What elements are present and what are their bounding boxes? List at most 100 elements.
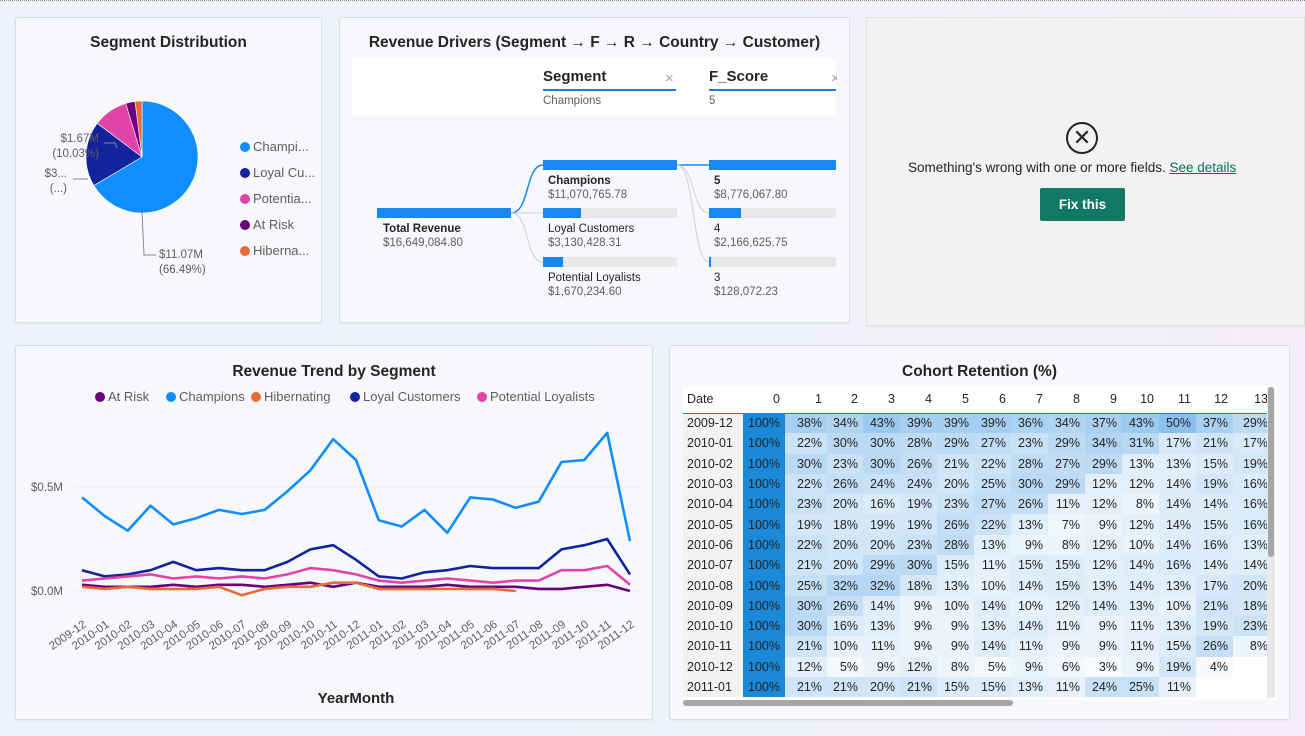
table-row[interactable]: 2010-11 100% 21% 10% 11% 9% 9% 14% 11% 9% 9% 11% 15%… bbox=[683, 636, 1273, 657]
retention-cell: 12% bbox=[1084, 534, 1122, 556]
column-header[interactable]: 6 bbox=[973, 386, 1011, 414]
legend-item[interactable]: Potentia... bbox=[253, 191, 312, 206]
table-row[interactable]: 2010-02 100% 30% 23% 30% 26% 21% 22% 28% 27% 29% 13… bbox=[683, 453, 1273, 474]
legend-item[interactable]: At Risk bbox=[253, 217, 295, 232]
column-header[interactable]: 9 bbox=[1084, 386, 1122, 414]
series-line-champions[interactable] bbox=[81, 431, 632, 542]
scrollbar-thumb[interactable] bbox=[1268, 387, 1274, 557]
dt-node-total[interactable]: Total Revenue $16,649,084.80 bbox=[383, 222, 463, 250]
dt-bar[interactable] bbox=[709, 257, 836, 267]
dt-node[interactable]: 3 $128,072.23 bbox=[714, 271, 778, 299]
retention-cell: 12% bbox=[1084, 555, 1122, 576]
legend-item[interactable]: Hiberna... bbox=[253, 243, 309, 258]
row-date: 2010-09 bbox=[683, 595, 743, 616]
table-row[interactable]: 2010-05 100% 19% 18% 19% 19% 26% 22% 13% 7% 9% 12% 1… bbox=[683, 514, 1273, 535]
retention-cell: 15% bbox=[1010, 555, 1048, 576]
horizontal-scrollbar[interactable] bbox=[683, 700, 1277, 706]
retention-cell: 13% bbox=[973, 615, 1011, 637]
retention-cell: 14% bbox=[1195, 555, 1233, 576]
dt-node[interactable]: Champions $11,070,765.78 bbox=[548, 174, 627, 202]
retention-cell: 16% bbox=[862, 494, 900, 515]
dt-bar[interactable] bbox=[543, 208, 677, 218]
table-row[interactable]: 2010-01 100% 22% 30% 30% 28% 29% 27% 23% 29% 34% 31… bbox=[683, 433, 1273, 454]
dt-node[interactable]: Potential Loyalists $1,670,234.60 bbox=[548, 271, 641, 299]
table-row[interactable]: 2010-10 100% 30% 16% 13% 9% 9% 13% 14% 11% 9% 11% 13… bbox=[683, 615, 1273, 637]
segment-pie-chart[interactable]: $11.07M (66.49%) $1.67M (10.03%) $3... (...) C… bbox=[16, 62, 323, 322]
legend-item[interactable]: Loyal Cu... bbox=[253, 165, 315, 180]
column-header[interactable]: 12 bbox=[1195, 386, 1233, 414]
legend-item[interactable]: Hibernating bbox=[264, 389, 331, 404]
dt-bar-fill bbox=[377, 208, 511, 218]
retention-cell: 3% bbox=[1084, 656, 1122, 677]
retention-cell: 100% bbox=[743, 615, 785, 637]
fix-this-button[interactable]: Fix this bbox=[1040, 188, 1125, 221]
dt-bar[interactable] bbox=[543, 257, 677, 267]
legend-item[interactable]: At Risk bbox=[108, 389, 150, 404]
segment-distribution-card[interactable]: Segment Distribution $11.07M (66.49%) $1.6… bbox=[15, 17, 322, 323]
legend-marker bbox=[240, 168, 250, 178]
column-header[interactable]: 7 bbox=[1010, 386, 1048, 414]
dt-bar[interactable] bbox=[709, 208, 836, 218]
retention-cell: 30% bbox=[826, 433, 863, 454]
table-row[interactable]: 2010-06 100% 22% 20% 20% 23% 28% 13% 9% 8% 12% 10% 1… bbox=[683, 534, 1273, 556]
column-header[interactable]: 10 bbox=[1121, 386, 1159, 414]
retention-cell: 14% bbox=[1010, 615, 1048, 637]
table-row[interactable]: 2010-07 100% 21% 20% 29% 30% 15% 11% 15% 15% 12% 14… bbox=[683, 555, 1273, 576]
table-row[interactable]: 2011-01 100% 21% 21% 20% 21% 15% 15% 13% 11% 24% 25… bbox=[683, 676, 1273, 698]
legend-marker bbox=[240, 246, 250, 256]
scrollbar-thumb[interactable] bbox=[683, 700, 1013, 706]
dt-node[interactable]: 5 $8,776,067.80 bbox=[714, 174, 788, 202]
column-header[interactable]: 3 bbox=[862, 386, 900, 414]
dt-node[interactable]: 4 $2,166,625.75 bbox=[714, 222, 788, 250]
retention-cell: 30% bbox=[862, 433, 900, 454]
retention-cell: 17% bbox=[1195, 575, 1233, 596]
dt-column-fscore[interactable]: F_Score 5 bbox=[709, 68, 836, 107]
column-header[interactable]: 8 bbox=[1047, 386, 1085, 414]
retention-cell: 29% bbox=[1047, 473, 1085, 495]
retention-cell: 19% bbox=[862, 514, 900, 535]
dt-bar-total[interactable] bbox=[377, 208, 511, 218]
revenue-trend-line-chart[interactable]: At Risk Champions Hibernating Loyal Custome… bbox=[15, 380, 653, 720]
retention-cell: 100% bbox=[743, 555, 785, 576]
dt-column-selection: Champions bbox=[543, 95, 602, 107]
table-row[interactable]: 2010-12 100% 12% 5% 9% 12% 8% 5% 9% 6% 3% 9% 19% 4% bbox=[683, 656, 1273, 677]
legend-item[interactable]: Champions bbox=[179, 389, 245, 404]
table-row[interactable]: 2010-03 100% 22% 26% 24% 24% 20% 25% 30% 29% 12% 12… bbox=[683, 473, 1273, 495]
table-row[interactable]: 2010-09 100% 30% 26% 14% 9% 10% 14% 10% 12% 14% 13%… bbox=[683, 595, 1273, 616]
legend-item[interactable]: Champi... bbox=[253, 139, 309, 154]
cohort-matrix[interactable]: Date 0 1 2 3 4 5 6 7 8 9 10 11 12 13 2009-12 100% 38% 34% 4… bbox=[683, 386, 1277, 700]
retention-cell: 9% bbox=[862, 656, 900, 677]
dt-bar[interactable] bbox=[709, 160, 836, 170]
column-header[interactable]: 4 bbox=[899, 386, 937, 414]
dt-node-value: $128,072.23 bbox=[714, 286, 778, 298]
series-line-loyal-customers[interactable] bbox=[81, 537, 632, 580]
column-header[interactable]: 1 bbox=[784, 386, 827, 414]
column-header[interactable]: 2 bbox=[826, 386, 863, 414]
dt-column-underline bbox=[543, 89, 676, 91]
legend-marker bbox=[477, 392, 487, 402]
legend-item[interactable]: Loyal Customers bbox=[363, 389, 461, 404]
column-header[interactable]: 5 bbox=[936, 386, 974, 414]
retention-cell: 15% bbox=[1195, 453, 1233, 474]
close-icon[interactable]: × bbox=[831, 70, 837, 87]
retention-cell: 13% bbox=[973, 534, 1011, 556]
retention-cell: 11% bbox=[1047, 494, 1085, 515]
column-header[interactable]: Date bbox=[683, 386, 743, 414]
column-header[interactable]: 0 bbox=[743, 386, 785, 414]
close-icon[interactable]: × bbox=[665, 70, 674, 87]
table-row[interactable]: 2009-12 100% 38% 34% 43% 39% 39% 39% 36% 34% 37% 43… bbox=[683, 413, 1273, 434]
table-row[interactable]: 2010-08 100% 25% 32% 32% 18% 13% 10% 14% 15% 13% 14… bbox=[683, 575, 1273, 596]
vertical-scrollbar[interactable] bbox=[1267, 387, 1275, 698]
dt-column-segment[interactable]: Segment Champions bbox=[543, 68, 676, 107]
dt-node[interactable]: Loyal Customers $3,130,428.31 bbox=[548, 222, 634, 250]
revenue-drivers-title: Revenue Drivers (Segment → F → R → Count… bbox=[368, 34, 821, 51]
retention-cell: 7% bbox=[1047, 514, 1085, 535]
retention-cell: 100% bbox=[743, 534, 785, 556]
retention-cell: 21% bbox=[1195, 433, 1233, 454]
legend-item[interactable]: Potential Loyalists bbox=[490, 389, 595, 404]
retention-cell: 100% bbox=[743, 453, 785, 474]
see-details-link[interactable]: See details bbox=[1169, 160, 1236, 175]
column-header[interactable]: 11 bbox=[1158, 386, 1196, 414]
table-row[interactable]: 2010-04 100% 23% 20% 16% 19% 23% 27% 26% 11% 12% 8%… bbox=[683, 494, 1273, 515]
dt-bar[interactable] bbox=[543, 160, 677, 170]
